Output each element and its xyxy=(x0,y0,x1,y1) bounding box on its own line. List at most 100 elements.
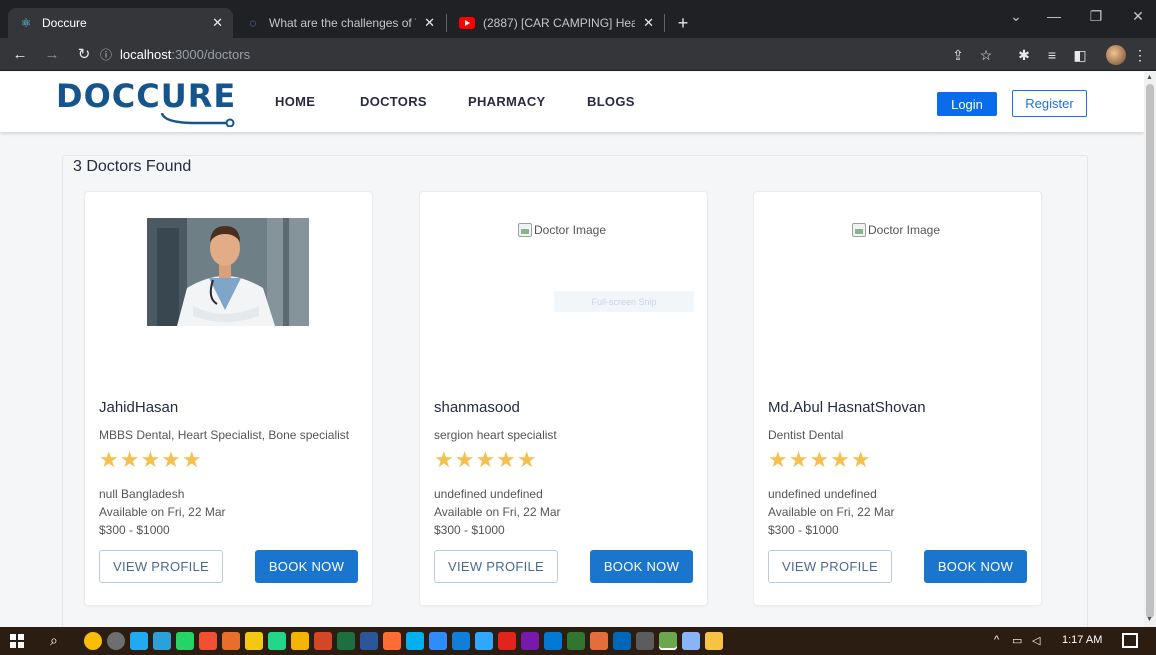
scroll-down-arrow-icon[interactable]: ▼ xyxy=(1146,616,1153,623)
book-now-button[interactable]: BOOK NOW xyxy=(255,550,358,583)
side-panel-icon[interactable]: ◧ xyxy=(1070,45,1090,65)
search-icon[interactable]: ⌕ xyxy=(50,632,58,649)
calculator-icon[interactable] xyxy=(636,632,654,650)
nav-pharmacy[interactable]: PHARMACY xyxy=(468,94,546,109)
zoom-icon[interactable] xyxy=(429,632,447,650)
onenote-icon[interactable] xyxy=(521,632,539,650)
powerbi-icon[interactable] xyxy=(245,632,263,650)
scrollbar-thumb[interactable] xyxy=(1146,84,1154,618)
outlook-icon[interactable] xyxy=(544,632,562,650)
photoshop-icon[interactable] xyxy=(475,632,493,650)
git-icon[interactable] xyxy=(199,632,217,650)
notepad-icon[interactable] xyxy=(682,632,700,650)
tab-youtube[interactable]: (2887) [CAR CAMPING] Heavy sn ✕ xyxy=(449,8,664,38)
restore-button[interactable]: ❐ xyxy=(1082,8,1110,25)
profile-avatar[interactable] xyxy=(1106,45,1126,65)
reload-icon[interactable]: ↻ xyxy=(74,44,94,64)
skype-icon[interactable] xyxy=(406,632,424,650)
project-icon[interactable] xyxy=(567,632,585,650)
doccure-logo[interactable]: DOCCURE xyxy=(56,77,236,127)
volume-icon[interactable]: ◁ xyxy=(1032,634,1040,647)
reading-list-icon[interactable]: ≡ xyxy=(1042,45,1062,65)
chrome-active-icon[interactable] xyxy=(659,632,677,650)
doctor-specialty: Dentist Dental xyxy=(768,428,844,442)
close-window-button[interactable]: ✕ xyxy=(1124,8,1152,25)
github-icon[interactable] xyxy=(107,632,125,650)
telemedicine-icon: ◌ xyxy=(249,16,257,30)
site-info-icon[interactable]: ⓘ xyxy=(100,46,112,63)
view-profile-button[interactable]: VIEW PROFILE xyxy=(99,550,223,583)
explorer-icon[interactable] xyxy=(705,632,723,650)
doctor-specialty: MBBS Dental, Heart Specialist, Bone spec… xyxy=(99,428,350,442)
register-button[interactable]: Register xyxy=(1012,90,1087,117)
tab-divider xyxy=(446,14,447,32)
close-tab-icon[interactable]: ✕ xyxy=(212,15,223,31)
doctor-availability: Available on Fri, 22 Mar xyxy=(768,505,895,519)
url-host: localhost xyxy=(120,47,172,62)
notification-icon[interactable] xyxy=(1122,633,1138,648)
page-scrollbar[interactable]: ▲ ▼ xyxy=(1144,72,1156,627)
book-now-button[interactable]: BOOK NOW xyxy=(590,550,693,583)
doctor-image-broken[interactable]: Doctor Image xyxy=(852,223,940,237)
browser-menu-icon[interactable]: ⋮ xyxy=(1130,45,1150,65)
tab-search-icon[interactable]: ⌄ xyxy=(1002,8,1030,25)
book-now-button[interactable]: BOOK NOW xyxy=(924,550,1027,583)
whatsapp-icon[interactable] xyxy=(176,632,194,650)
nav-home[interactable]: HOME xyxy=(275,94,315,109)
doctor-info: null Bangladesh Available on Fri, 22 Mar… xyxy=(99,485,226,539)
close-tab-icon[interactable]: ✕ xyxy=(643,15,654,31)
minimize-button[interactable]: — xyxy=(1040,8,1068,24)
image-alt-text: Doctor Image xyxy=(534,223,607,237)
close-tab-icon[interactable]: ✕ xyxy=(424,15,435,31)
page-viewport: DOCCURE HOME DOCTORS PHARMACY BLOGS Logi… xyxy=(0,72,1144,627)
word-icon[interactable] xyxy=(360,632,378,650)
share-icon[interactable]: ⇪ xyxy=(948,45,968,65)
doctor-location: null Bangladesh xyxy=(99,487,185,501)
snip-icon[interactable] xyxy=(590,632,608,650)
show-hidden-icons-icon[interactable]: ^ xyxy=(994,634,999,646)
doctor-photo[interactable] xyxy=(147,218,309,326)
battery-icon[interactable]: ▭ xyxy=(1012,634,1022,647)
new-tab-button[interactable]: + xyxy=(672,12,694,34)
back-arrow-icon[interactable]: ← xyxy=(10,44,30,64)
forward-arrow-icon[interactable]: → xyxy=(42,44,62,64)
youtube-icon xyxy=(459,15,475,31)
rating-stars: ★★★★★ xyxy=(434,447,538,472)
address-bar[interactable]: ⓘ localhost:3000/doctors xyxy=(100,42,920,67)
powerpoint-icon[interactable] xyxy=(314,632,332,650)
doctor-location: undefined undefined xyxy=(434,487,543,501)
clock-time[interactable]: 1:17 AM xyxy=(1062,634,1102,646)
doctor-card: Doctor Image shanmasood sergion heart sp… xyxy=(419,191,708,606)
tab-doccure[interactable]: ⚛ Doccure ✕ xyxy=(8,8,233,38)
postman-icon[interactable] xyxy=(383,632,401,650)
doctor-name[interactable]: Md.Abul HasnatShovan xyxy=(768,399,926,416)
url-path: :3000/doctors xyxy=(171,47,251,62)
chrome-icon[interactable] xyxy=(84,632,102,650)
slides-icon[interactable] xyxy=(291,632,309,650)
doctor-name[interactable]: shanmasood xyxy=(434,399,520,416)
bookmark-star-icon[interactable]: ☆ xyxy=(976,45,996,65)
acrobat-icon[interactable] xyxy=(498,632,516,650)
edge-icon[interactable] xyxy=(452,632,470,650)
paint-icon[interactable] xyxy=(222,632,240,650)
doctor-name[interactable]: JahidHasan xyxy=(99,399,178,416)
nav-blogs[interactable]: BLOGS xyxy=(587,94,635,109)
view-profile-button[interactable]: VIEW PROFILE xyxy=(768,550,892,583)
extensions-puzzle-icon[interactable]: ✱ xyxy=(1014,45,1034,65)
pycharm-icon[interactable] xyxy=(268,632,286,650)
windows-start-icon[interactable] xyxy=(10,634,24,648)
vscode-icon[interactable] xyxy=(130,632,148,650)
doctor-card: JahidHasan MBBS Dental, Heart Specialist… xyxy=(84,191,373,606)
view-profile-button[interactable]: VIEW PROFILE xyxy=(434,550,558,583)
tab-telemedicine[interactable]: ◌ What are the challenges of Telem ✕ xyxy=(235,8,445,38)
telegram-icon[interactable] xyxy=(153,632,171,650)
doctor-image-broken[interactable]: Doctor Image xyxy=(518,223,606,237)
site-header: DOCCURE HOME DOCTORS PHARMACY BLOGS Logi… xyxy=(0,72,1144,132)
nav-doctors[interactable]: DOCTORS xyxy=(360,94,427,109)
doctor-fee: $300 - $1000 xyxy=(768,523,839,537)
doctor-location: undefined undefined xyxy=(768,487,877,501)
scroll-up-arrow-icon[interactable]: ▲ xyxy=(1146,74,1153,81)
login-button[interactable]: Login xyxy=(937,92,997,116)
store-icon[interactable] xyxy=(613,632,631,650)
excel-icon[interactable] xyxy=(337,632,355,650)
